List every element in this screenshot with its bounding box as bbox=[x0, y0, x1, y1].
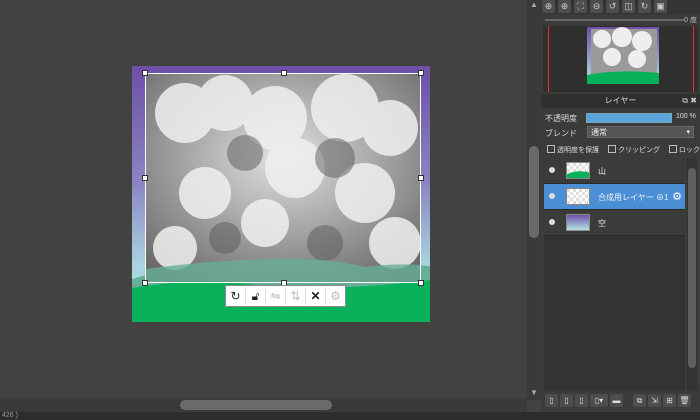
rotate-left-icon[interactable]: ↺ bbox=[606, 0, 619, 13]
popout-icon[interactable]: ⧉ bbox=[682, 94, 688, 108]
transform-toolbar: ↻ 🔓︎ ⇋ ⇅ ✕ ⚙ bbox=[225, 285, 346, 307]
transform-handle-e[interactable] bbox=[418, 175, 424, 181]
horizontal-scrollbar[interactable] bbox=[0, 398, 527, 412]
vertical-scroll-thumb[interactable] bbox=[529, 146, 539, 238]
opacity-value: 100 % bbox=[676, 113, 696, 120]
visibility-icon[interactable] bbox=[549, 193, 555, 199]
folder-icon[interactable]: ▬ bbox=[610, 394, 623, 407]
layer-item-sky[interactable]: 空 bbox=[544, 210, 685, 236]
merge-down-icon[interactable]: ⇲ bbox=[648, 394, 661, 407]
close-icon[interactable]: ✕ bbox=[306, 287, 326, 305]
new-layer-alt-icon[interactable]: ▯ bbox=[560, 394, 573, 407]
navigator-toolbar: ⊕ ⊕ ⛶ ⊖ ↺ ◫ ↻ ▣ bbox=[541, 0, 700, 14]
flip-icon[interactable]: ◫ bbox=[622, 0, 635, 13]
new-layer-icon[interactable]: ▯ bbox=[545, 394, 558, 407]
canvas-workspace[interactable]: ↻ 🔓︎ ⇋ ⇅ ✕ ⚙ bbox=[0, 0, 527, 400]
visibility-icon[interactable] bbox=[549, 167, 555, 173]
blend-label: ブレンド bbox=[545, 129, 577, 138]
blend-mode-select[interactable]: 通常 ▾ bbox=[587, 126, 694, 138]
vertical-scrollbar[interactable]: ▲ ▼ bbox=[527, 0, 541, 400]
gear-icon[interactable]: ⚙ bbox=[672, 190, 682, 203]
rotation-slider[interactable] bbox=[545, 19, 685, 21]
layer-thumbnail bbox=[566, 188, 590, 205]
opacity-slider[interactable] bbox=[586, 113, 672, 123]
duplicate-layer-icon[interactable]: ⧉ bbox=[633, 394, 646, 407]
blend-mode-value: 通常 bbox=[591, 128, 607, 137]
flip-horizontal-icon[interactable]: ⇋ bbox=[266, 287, 286, 305]
new-halftone-layer-icon[interactable]: ▯ bbox=[575, 394, 588, 407]
fit-icon[interactable]: ⛶ bbox=[574, 0, 587, 13]
pin-icon[interactable]: ▣ bbox=[654, 0, 667, 13]
transform-handle-n[interactable] bbox=[281, 70, 287, 76]
rotation-angle-value: 0 度 bbox=[684, 17, 697, 24]
rotation-angle-row[interactable]: 0 度 bbox=[541, 14, 700, 26]
layer-panel-header: レイヤー ⧉ ✖ bbox=[541, 94, 700, 108]
layer-options: 透明度を保護 クリッピング ロック bbox=[547, 145, 700, 155]
add-layer-menu-icon[interactable]: ▯▾ bbox=[590, 394, 608, 407]
visibility-icon[interactable] bbox=[549, 219, 555, 225]
clipping-checkbox[interactable]: クリッピング bbox=[607, 145, 660, 154]
status-text: 426 ) bbox=[2, 412, 18, 419]
rotate-right-icon[interactable]: ↻ bbox=[638, 0, 651, 13]
layer-thumbnail bbox=[566, 214, 590, 231]
lock-icon[interactable]: 🔓︎ bbox=[246, 287, 266, 305]
settings-icon[interactable]: ⚙ bbox=[326, 287, 345, 305]
cloud-photo-layer[interactable] bbox=[145, 73, 420, 283]
layer-name: 合成用レイヤー ⊕1 bbox=[598, 193, 669, 202]
layer-list: 山 合成用レイヤー ⊕1 ⚙ 空 bbox=[544, 158, 685, 390]
layer-item-mountain[interactable]: 山 bbox=[544, 158, 685, 184]
layer-scroll-thumb[interactable] bbox=[688, 168, 696, 368]
zoom-in-icon[interactable]: ⊕ bbox=[542, 0, 555, 13]
scroll-up-icon[interactable]: ▲ bbox=[527, 0, 541, 10]
layer-name: 空 bbox=[598, 219, 606, 228]
layer-toolbar: ▯ ▯ ▯ ▯▾ ▬ ⧉ ⇲ ⊞ 🗑︎ bbox=[545, 394, 700, 410]
zoom-in-alt-icon[interactable]: ⊕ bbox=[558, 0, 571, 13]
scroll-down-icon[interactable]: ▼ bbox=[527, 388, 541, 398]
lock-checkbox[interactable]: ロック bbox=[668, 145, 700, 154]
transform-handle-se[interactable] bbox=[418, 280, 424, 286]
delete-layer-icon[interactable]: 🗑︎ bbox=[678, 394, 691, 407]
horizontal-scroll-thumb[interactable] bbox=[180, 400, 332, 410]
status-bar: 426 ) bbox=[0, 412, 700, 420]
transform-handle-w[interactable] bbox=[142, 175, 148, 181]
layer-name: 山 bbox=[598, 167, 606, 176]
navigator-preview[interactable] bbox=[543, 26, 698, 92]
close-panel-icon[interactable]: ✖ bbox=[690, 94, 697, 108]
zoom-out-icon[interactable]: ⊖ bbox=[590, 0, 603, 13]
navigator-guide-left bbox=[548, 26, 549, 92]
right-panel: ⊕ ⊕ ⛶ ⊖ ↺ ◫ ↻ ▣ 0 度 レイヤー ⧉ ✖ 不透明度 100 % … bbox=[541, 0, 700, 412]
layer-thumbnail bbox=[566, 162, 590, 179]
rotate-icon[interactable]: ↻ bbox=[226, 287, 246, 305]
navigator-thumbnail bbox=[587, 27, 659, 84]
merge-icon[interactable]: ⊞ bbox=[663, 394, 676, 407]
opacity-label: 不透明度 bbox=[545, 114, 577, 123]
protect-alpha-checkbox[interactable]: 透明度を保護 bbox=[547, 145, 599, 154]
chevron-down-icon: ▾ bbox=[686, 129, 690, 136]
transform-handle-sw[interactable] bbox=[142, 280, 148, 286]
transform-handle-nw[interactable] bbox=[142, 70, 148, 76]
transform-handle-ne[interactable] bbox=[418, 70, 424, 76]
layer-panel-title: レイヤー bbox=[604, 96, 637, 105]
flip-vertical-icon[interactable]: ⇅ bbox=[286, 287, 306, 305]
navigator-guide-right bbox=[693, 26, 694, 92]
cloud-image bbox=[145, 73, 420, 283]
layer-list-scrollbar[interactable] bbox=[687, 158, 697, 390]
layer-item-composite[interactable]: 合成用レイヤー ⊕1 ⚙ bbox=[544, 184, 685, 210]
